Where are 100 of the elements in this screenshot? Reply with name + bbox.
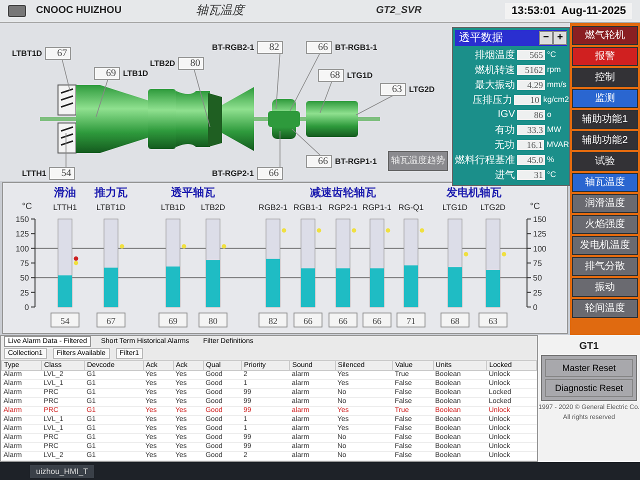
data-value: 10 [514,94,542,105]
data-label: 67 [106,316,116,326]
tag-value: 66 [306,40,332,54]
data-value: 5162 [517,64,545,75]
tag-label: LTB2D [150,58,176,68]
unit-label: o [546,110,552,120]
value-readout: 67 [96,312,126,327]
value-readout: 71 [396,312,426,327]
nav-button[interactable]: 监测 [572,88,638,108]
bar-label: RGB2-1 [258,202,288,212]
value-readout: 63 [478,312,508,327]
axis-tick-label: 150 [533,214,546,224]
bar-label: RGB1-1 [294,202,322,212]
taskbar-window-button[interactable]: uizhou_HMI_T [30,464,94,478]
page-title: 轴瓦温度 [196,2,246,20]
value-readout: 80 [198,312,228,327]
tag-value: 54 [49,166,76,180]
bar-label: RG-Q1 [398,202,424,212]
leader-line [96,78,108,117]
data-value: 45.0 [517,154,545,165]
data-label: 63 [488,316,498,326]
leader-line [194,68,210,127]
value-readout: 68 [440,312,470,327]
unit-title: GT1 [579,340,599,352]
unit-label: rpm [546,65,561,74]
tag-value: 66 [306,154,332,168]
nav-button[interactable]: 轮间温度 [572,298,638,318]
axis-unit-label: °C [530,200,540,211]
tag-label: LTBT1D [12,48,42,58]
data-value: 565 [517,50,545,60]
axis-tick-label: 50 [20,273,29,282]
bar-label: RGP2-1 [328,202,358,212]
unit-label: % [546,155,554,164]
nav-button[interactable]: 排气分散 [572,256,638,276]
tag-label: BT-RGB2-1 [212,42,254,52]
minus-button[interactable]: − [539,30,553,45]
nav-button[interactable]: 发电机温度 [572,236,638,255]
axis-tick-label: 100 [16,244,29,253]
nav-button[interactable]: 振动 [572,278,638,297]
tag-label: LTTH1 [22,168,46,178]
leader-line [62,58,70,91]
data-value: 31 [517,170,545,180]
unit-label: mm/s [546,80,567,90]
unit-label: kg/cm2 [542,95,569,104]
tag-value: 82 [257,40,284,54]
tag-label: BT-RGB1-1 [335,42,378,52]
reset-button[interactable]: Diagnostic Reset [545,378,633,397]
unit-label: °C [546,170,556,180]
unit-label: °C [546,50,556,60]
data-label: 66 [304,316,313,326]
data-value: 16.1 [516,140,544,150]
data-label: 54 [60,316,70,326]
plus-button[interactable]: + [553,30,567,45]
clock-display: 13:53:01 Aug-11-2025 [505,2,632,19]
nav-button[interactable]: 轴瓦温度 [572,172,638,192]
value-readout: 82 [258,312,288,327]
value-readout: 66 [362,312,392,327]
nav-button[interactable]: 试验 [572,152,638,171]
panel-title: 透平数据 [459,31,504,46]
data-label: 66 [338,316,348,326]
bar-label: LTBT1D [96,202,126,212]
nav-button[interactable]: 润滑温度 [572,194,638,213]
nav-button[interactable]: 辅助功能1 [572,110,638,129]
data-label: IGV [496,109,516,120]
tag-label: LTG1D [347,70,373,80]
data-value: 86 [517,110,545,120]
data-label: 燃机转速 [474,64,516,77]
bar-label: LTTH1 [53,202,77,212]
logo-icon [8,4,26,17]
nav-button[interactable]: 燃气轮机 [572,26,638,45]
group-heading: 减速齿轮轴瓦 [310,186,376,199]
data-label: 压排压力 [471,94,514,107]
leader-line [276,52,280,109]
bar-label: LTB2D [200,202,226,212]
nav-button[interactable]: 火焰强度 [572,214,638,234]
reset-button[interactable]: Master Reset [545,358,633,377]
data-label: 66 [372,316,382,326]
axis-tick-label: 0 [533,302,538,312]
nav-button[interactable]: 控制 [572,68,638,87]
axis-tick-label: 125 [16,229,29,238]
data-label: 69 [168,316,178,326]
data-label: 82 [268,316,278,326]
bar-label: RGP1-1 [362,202,392,212]
axis-tick-label: 50 [533,273,542,282]
group-heading: 滑油 [54,186,76,199]
tag-label: BT-RGP1-1 [335,156,377,166]
data-label: 排烟温度 [474,48,516,62]
value-readout: 54 [50,312,80,327]
nav-button[interactable]: 报警 [572,46,638,66]
axis-tick-label: 75 [20,258,29,268]
data-label: 燃料行程基准 [454,154,516,167]
tag-label: BT-RGP2-1 [212,168,254,178]
nav-button[interactable]: 辅助功能2 [572,130,638,150]
axis-tick-label: 25 [533,288,542,297]
tag-value: 80 [178,56,204,70]
bar-label: LTG2D [480,202,506,212]
axis-tick-label: 150 [16,214,29,224]
data-label: 80 [208,316,218,326]
data-label: 最大振动 [474,78,516,92]
axis-tick-label: 100 [533,244,546,253]
